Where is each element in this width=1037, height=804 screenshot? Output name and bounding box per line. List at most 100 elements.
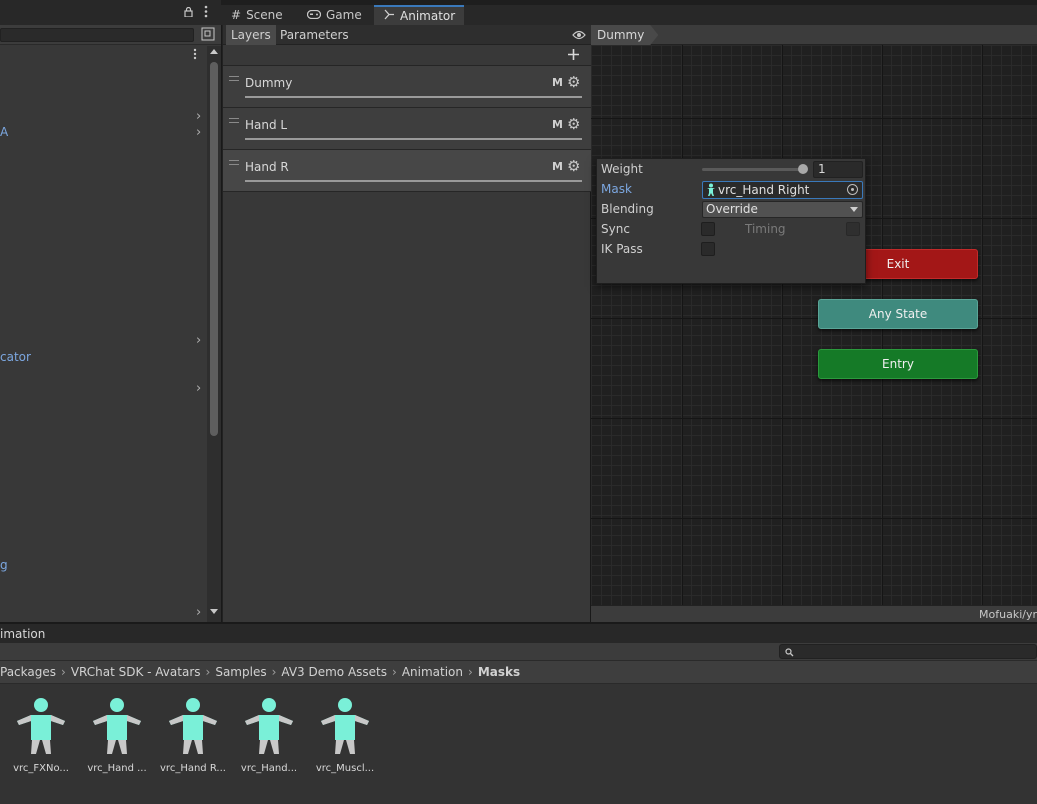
select-object-icon[interactable] (201, 27, 215, 41)
eye-icon[interactable] (572, 29, 586, 43)
animator-graph[interactable]: Dummy Exit Any State Entry Mofuaki/yr (591, 25, 1037, 622)
chevron-right-icon: › (468, 665, 473, 679)
drag-handle-icon[interactable] (229, 76, 239, 81)
asset-name: vrc_Hand... (240, 763, 298, 774)
search-icon (785, 646, 794, 660)
avatar-mask-icon (163, 698, 223, 759)
layer-name: Dummy (245, 76, 293, 90)
blending-label: Blending (601, 202, 654, 216)
breadcrumb-item[interactable]: VRChat SDK - Avatars (71, 665, 201, 679)
blending-value: Override (706, 202, 758, 216)
project-asset-grid: vrc_FXNo... vrc_Hand ... vrc_Hand R... v… (0, 684, 1037, 804)
tab-label: Scene (246, 8, 283, 22)
kebab-menu-icon[interactable] (203, 5, 209, 18)
scroll-up-icon[interactable] (210, 49, 218, 54)
layer-settings-popup: Weight 1 Mask vrc_Hand Right Blending Ov… (596, 158, 866, 284)
ik-pass-checkbox[interactable] (701, 242, 715, 256)
sync-checkbox[interactable] (701, 222, 715, 236)
graph-breadcrumb[interactable]: Dummy (591, 25, 658, 45)
layer-mask-flag: M (552, 118, 563, 131)
breadcrumb-item-current[interactable]: Masks (478, 665, 520, 679)
asset-item[interactable]: vrc_Hand... (231, 696, 307, 774)
avatar-mask-icon (315, 698, 375, 759)
chevron-right-icon[interactable]: › (196, 125, 201, 140)
project-search-input[interactable] (779, 644, 1037, 659)
lock-icon[interactable] (184, 6, 193, 18)
mask-object-field[interactable]: vrc_Hand Right (702, 181, 863, 199)
hierarchy-scroll-thumb[interactable] (210, 62, 218, 436)
asset-item[interactable]: vrc_FXNo... (3, 696, 79, 774)
breadcrumb-item[interactable]: AV3 Demo Assets (281, 665, 387, 679)
avatar-mask-icon (11, 698, 71, 759)
controller-path: Mofuaki/yr (979, 608, 1037, 621)
layer-row-hand-r[interactable]: Hand R M ⚙ (223, 150, 591, 192)
breadcrumb-item[interactable]: Samples (215, 665, 266, 679)
hierarchy-item[interactable]: g (0, 558, 8, 572)
breadcrumb-item[interactable]: Packages (0, 665, 56, 679)
layer-row-hand-l[interactable]: Hand L M ⚙ (223, 108, 591, 150)
mask-value: vrc_Hand Right (718, 183, 810, 197)
add-layer-plus-icon[interactable] (567, 48, 580, 64)
drag-handle-icon[interactable] (229, 118, 239, 123)
ik-pass-label: IK Pass (601, 242, 643, 256)
project-title-bar: imation (0, 622, 1037, 643)
mask-label: Mask (601, 182, 632, 196)
hierarchy-search-input[interactable] (0, 28, 194, 42)
layer-mask-flag: M (552, 160, 563, 173)
state-node-entry[interactable]: Entry (818, 349, 978, 379)
gear-icon[interactable]: ⚙ (567, 115, 580, 133)
weight-label: Weight (601, 162, 643, 176)
project-breadcrumb: Packages › VRChat SDK - Avatars › Sample… (0, 661, 1037, 684)
weight-input[interactable]: 1 (813, 161, 863, 178)
chevron-down-icon (850, 207, 858, 212)
graph-breadcrumb-bar: Dummy (591, 25, 1037, 45)
asset-item[interactable]: vrc_Hand R... (155, 696, 231, 774)
blending-dropdown[interactable]: Override (702, 201, 863, 218)
hierarchy-item[interactable]: cator (0, 350, 31, 364)
hierarchy-toolbar (0, 25, 221, 45)
asset-item[interactable]: vrc_Muscl... (307, 696, 383, 774)
hierarchy-item[interactable]: A (0, 125, 8, 139)
asset-item[interactable]: vrc_Hand ... (79, 696, 155, 774)
object-picker-icon[interactable] (847, 184, 858, 195)
hierarchy-header (0, 0, 221, 26)
timing-checkbox[interactable] (846, 222, 860, 236)
asset-name: vrc_Hand ... (87, 763, 147, 774)
grid-icon: # (231, 8, 242, 22)
chevron-right-icon[interactable]: › (196, 333, 201, 348)
layer-weight-bar (245, 138, 582, 140)
chevron-right-icon[interactable]: › (196, 605, 201, 620)
weight-slider-knob[interactable] (798, 164, 808, 174)
project-toolbar (0, 643, 1037, 661)
chevron-right-icon: › (205, 665, 211, 679)
editor-tab-bar: # Scene Game Animator (221, 0, 1037, 25)
tab-game[interactable]: Game (297, 5, 372, 25)
tab-layers[interactable]: Layers (226, 25, 276, 45)
sync-label: Sync (601, 222, 630, 236)
layer-mask-flag: M (552, 76, 563, 89)
asset-name: vrc_Hand R... (160, 763, 226, 774)
chevron-right-icon[interactable]: › (196, 109, 201, 124)
chevron-right-icon[interactable]: › (196, 381, 201, 396)
layer-name: Hand R (245, 160, 289, 174)
scroll-down-icon[interactable] (210, 609, 218, 614)
layer-row-dummy[interactable]: Dummy M ⚙ (223, 66, 591, 108)
gear-icon[interactable]: ⚙ (567, 157, 580, 175)
breadcrumb-item[interactable]: Animation (402, 665, 463, 679)
project-tab-title[interactable]: imation (0, 627, 45, 641)
drag-handle-icon[interactable] (229, 160, 239, 165)
tab-scene[interactable]: # Scene (221, 5, 293, 25)
avatar-mask-icon (239, 698, 299, 759)
layer-weight-bar (245, 96, 582, 98)
asset-name: vrc_FXNo... (13, 763, 69, 774)
tab-parameters[interactable]: Parameters (275, 25, 354, 45)
animator-layers-panel: Layers Parameters Dummy M ⚙ Hand L M ⚙ H… (222, 25, 591, 622)
gamepad-icon (306, 8, 322, 22)
weight-slider[interactable] (702, 168, 804, 171)
state-node-any-state[interactable]: Any State (818, 299, 978, 329)
gear-icon[interactable]: ⚙ (567, 73, 580, 91)
timing-label: Timing (745, 222, 786, 236)
tab-animator[interactable]: Animator (374, 5, 464, 25)
asset-name: vrc_Muscl... (315, 763, 375, 774)
kebab-menu-icon[interactable] (192, 48, 198, 60)
